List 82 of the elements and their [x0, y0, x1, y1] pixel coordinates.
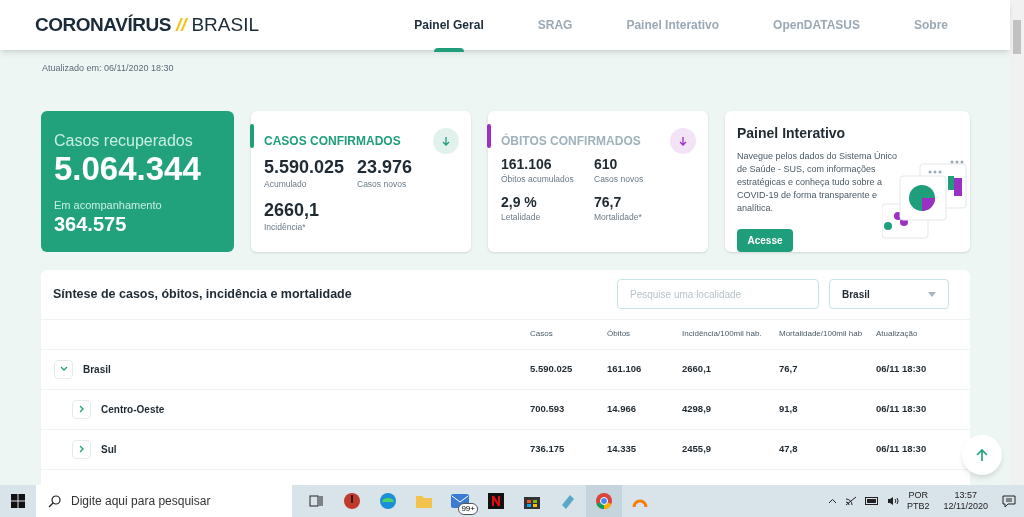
followup-value: 364.575 — [54, 214, 128, 234]
column-header: Incidência/100mil hab. — [682, 328, 763, 340]
table-cell-text: 76,7 — [779, 361, 799, 376]
stat-value: 610 — [594, 155, 619, 173]
column-header: Óbitos — [607, 328, 632, 340]
keyboard-layout[interactable]: PTB2 — [907, 501, 930, 512]
table-cell-text: 4298,9 — [682, 401, 713, 416]
card-label: Em acompanhamento — [54, 197, 163, 213]
table-cell-text: 700.593 — [530, 401, 566, 416]
volume-icon — [887, 496, 900, 506]
stat-label: Incidência* — [264, 221, 307, 234]
stat-label: Mortalidade* — [594, 211, 643, 224]
clock-date[interactable]: 12/11/2020 — [943, 501, 988, 512]
stat-label: Acumulado — [264, 178, 308, 191]
back-to-top-button[interactable] — [962, 435, 1002, 475]
stat-value: 76,7 — [594, 193, 623, 212]
card-title: CASOS CONFIRMADOS — [264, 132, 401, 150]
clock-time[interactable]: 13:57 — [954, 490, 978, 501]
expand-toggle[interactable] — [72, 439, 91, 459]
windows-icon — [11, 494, 25, 508]
notification-badge: 99+ — [458, 503, 478, 515]
table-cell-text: 91,8 — [779, 401, 799, 416]
stat-label: Letalidade — [501, 211, 542, 224]
stat-label: Óbitos acumulados — [501, 173, 575, 186]
dropdown-caret-icon — [928, 291, 936, 297]
panel-title: Síntese de casos, óbitos, incidência e mortalidade — [53, 285, 353, 303]
table-cell-text: 06/11 18:30 — [876, 361, 928, 376]
column-header: Atualização — [876, 328, 919, 340]
location-search-field[interactable]: Pesquise uma localidade — [617, 279, 819, 309]
expand-toggle[interactable] — [72, 399, 91, 419]
wifi-icon — [845, 496, 858, 506]
chevron-right-icon — [78, 445, 85, 453]
region-name: Brasil — [83, 362, 111, 377]
column-header: Mortalidade/100mil hab — [779, 328, 864, 340]
stat-label: Casos novos — [357, 178, 408, 191]
notifications-icon — [1002, 494, 1016, 508]
scrollbar[interactable] — [1010, 0, 1024, 485]
stat-value: 5.590.025 — [264, 155, 346, 178]
search-icon — [48, 494, 61, 508]
region-name: Sul — [101, 442, 117, 457]
table-cell-text: 2455,9 — [682, 441, 713, 456]
up-arrow-icon — [976, 448, 988, 462]
stat-value: 2660,1 — [264, 198, 321, 222]
input-language[interactable]: POR — [908, 490, 929, 501]
download-button[interactable] — [670, 127, 696, 154]
stat-value: 161.106 — [501, 155, 553, 173]
down-arrow-icon — [678, 135, 688, 146]
recovered-value: 5.064.344 — [54, 151, 202, 185]
stat-value: 23.976 — [357, 155, 414, 178]
chrome-icon[interactable] — [586, 485, 622, 517]
update-date: Atualizado em: 06/11/2020 18:30 — [41, 62, 175, 75]
stat-label: Casos novos — [594, 173, 645, 186]
table-cell-text: 5.590.025 — [530, 361, 574, 376]
table-cell-text: 161.106 — [607, 361, 643, 376]
chevron-down-icon — [59, 366, 68, 372]
table-cell-text: 2660,1 — [682, 361, 713, 376]
download-button[interactable] — [433, 127, 459, 154]
task-view-icon — [309, 494, 323, 508]
down-arrow-icon — [441, 135, 451, 146]
battery-icon — [865, 497, 880, 505]
table-cell-text: 14.335 — [607, 441, 638, 456]
promo-text: Navegue pelos dados do Sistema Único de Saúde - SUS, com informações estratégicas e conheça tudo sobre a COVID-19 de forma transparente e analítica. — [737, 149, 899, 215]
envelope-icon — [451, 494, 469, 508]
logo[interactable]: CORONAVÍRUS // BRASIL — [35, 10, 260, 40]
table-cell-text: 06/11 18:30 — [876, 441, 928, 456]
taskbar-search-field[interactable]: Digite aqui para pesquisar — [36, 485, 292, 517]
table-cell-text: 06/11 18:30 — [876, 401, 928, 416]
column-header: Casos — [530, 328, 554, 340]
expand-toggle[interactable] — [54, 359, 73, 379]
chevron-right-icon — [78, 405, 85, 413]
card-title: ÓBITOS CONFIRMADOS — [501, 132, 641, 150]
table-cell-text: 736.175 — [530, 441, 566, 456]
nav-tab[interactable]: Painel Geral — [387, 0, 511, 50]
table-cell-text: 14.966 — [607, 401, 638, 416]
region-select[interactable]: Brasil — [829, 279, 949, 309]
mail-button[interactable]: 99+ — [442, 485, 478, 517]
card-title: Casos recuperados — [54, 132, 194, 149]
table-cell-text: 47,8 — [779, 441, 799, 456]
stat-value: 2,9 % — [501, 193, 538, 212]
chevron-up-icon — [828, 498, 838, 504]
region-name: Centro-Oeste — [101, 402, 165, 417]
card-title: Painel Interativo — [737, 123, 847, 143]
